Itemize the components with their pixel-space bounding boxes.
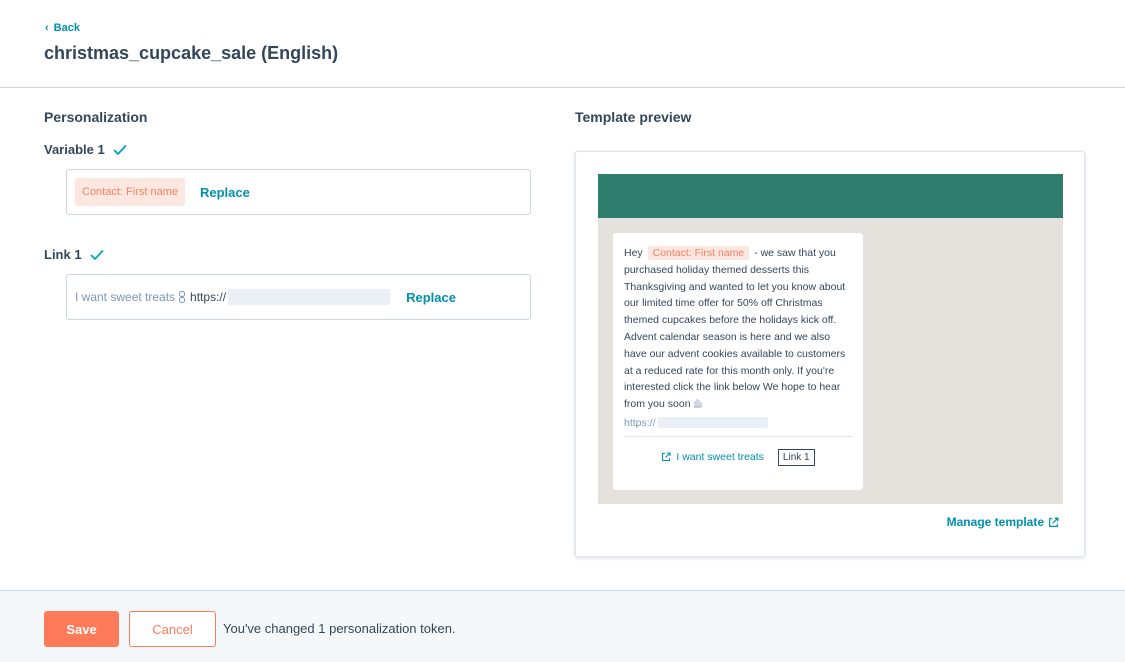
external-link-icon xyxy=(662,452,671,462)
manage-template-label: Manage template xyxy=(946,515,1044,529)
cancel-button[interactable]: Cancel xyxy=(129,611,216,647)
message-url: https:// xyxy=(624,417,852,429)
preview-frame: Hey Contact: First name - we saw that yo… xyxy=(598,174,1063,504)
action-footer: Save Cancel You've changed 1 personaliza… xyxy=(0,590,1125,662)
replace-variable-button[interactable]: Replace xyxy=(200,185,250,200)
link-badge: Link 1 xyxy=(777,448,815,466)
link-1-text: Link 1 xyxy=(44,247,82,262)
change-status-text: You've changed 1 personalization token. xyxy=(223,621,456,636)
variable-1-text: Variable 1 xyxy=(44,142,105,157)
personalization-title: Personalization xyxy=(44,109,148,125)
variable-1-field: Contact: First name Replace xyxy=(66,169,531,215)
message-url-text: https:// xyxy=(624,416,656,429)
link-1-label: Link 1 xyxy=(44,247,104,262)
contact-first-name-token: Contact: First name xyxy=(75,178,185,206)
link-url: https:// xyxy=(190,290,227,304)
replace-link-button[interactable]: Replace xyxy=(406,290,456,305)
page-header: ‹ Back christmas_cupcake_sale (English) xyxy=(0,0,1125,88)
chevron-left-icon: ‹ xyxy=(45,21,49,34)
redacted-url xyxy=(228,289,391,305)
message-link-button[interactable]: I want sweet treats xyxy=(661,451,764,463)
check-icon xyxy=(90,249,103,260)
external-link-icon xyxy=(1049,516,1059,527)
back-link[interactable]: ‹ Back xyxy=(45,22,80,34)
save-button[interactable]: Save xyxy=(44,611,119,647)
page-title: christmas_cupcake_sale (English) xyxy=(44,43,339,63)
check-icon xyxy=(113,144,127,155)
link-text: I want sweet treats xyxy=(75,290,176,304)
message-card: Hey Contact: First name - we saw that yo… xyxy=(613,233,863,490)
link-1-field: I want sweet treats https:// Replace xyxy=(66,274,531,320)
template-preview-title: Template preview xyxy=(575,109,692,125)
message-body: Hey Contact: First name - we saw that yo… xyxy=(624,245,852,413)
variable-1-label: Variable 1 xyxy=(44,142,127,157)
back-label: Back xyxy=(53,22,80,34)
hand-emoji-icon xyxy=(694,399,702,408)
message-token: Contact: First name xyxy=(647,246,750,260)
preview-banner xyxy=(598,174,1063,218)
link-chain-icon xyxy=(179,291,186,303)
message-footer: I want sweet treats Link 1 xyxy=(624,437,852,466)
redacted-url xyxy=(657,417,768,429)
message-text: - we saw that you purchased holiday them… xyxy=(624,247,846,411)
manage-template-link[interactable]: Manage template xyxy=(947,515,1059,529)
message-greeting: Hey xyxy=(624,247,643,259)
template-preview-card: Hey Contact: First name - we saw that yo… xyxy=(575,151,1085,557)
message-link-label: I want sweet treats xyxy=(676,451,764,464)
